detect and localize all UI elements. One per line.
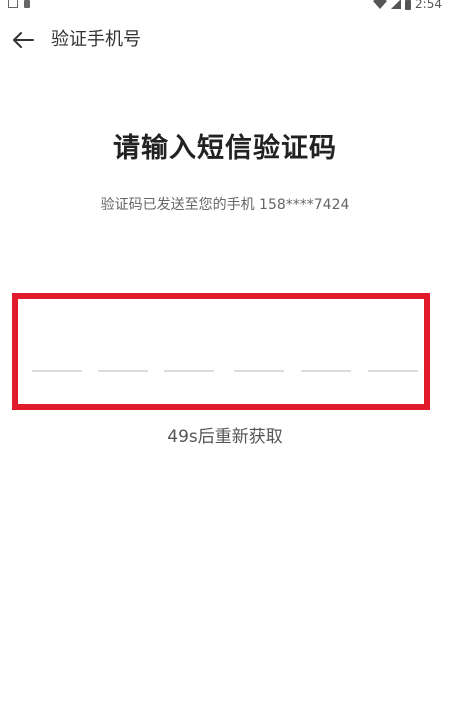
code-slot-3[interactable] <box>164 370 214 372</box>
sent-to-phone-text: 验证码已发送至您的手机 158****7424 <box>100 197 350 213</box>
status-right: 2:54 <box>373 0 442 11</box>
code-slot-1[interactable] <box>32 370 82 372</box>
code-slot-6[interactable] <box>368 370 418 372</box>
status-bar: 2:54 <box>0 0 450 14</box>
wifi-icon <box>373 0 388 9</box>
arrow-left-icon <box>13 32 34 48</box>
battery-icon <box>405 0 412 10</box>
resend-countdown: 49s后重新获取 <box>167 427 283 447</box>
code-slot-4[interactable] <box>234 370 284 372</box>
status-left-icons <box>8 0 30 8</box>
status-time: 2:54 <box>415 0 442 11</box>
notification-icon <box>8 0 18 8</box>
sim-icon <box>24 0 30 8</box>
verification-code-input[interactable] <box>12 293 430 410</box>
page-title: 验证手机号 <box>51 29 141 50</box>
back-button[interactable] <box>10 28 36 52</box>
header: 验证手机号 <box>0 22 450 58</box>
signal-icon <box>391 0 402 9</box>
code-slot-5[interactable] <box>301 370 351 372</box>
main-heading: 请输入短信验证码 <box>113 133 337 164</box>
code-slot-2[interactable] <box>98 370 148 372</box>
